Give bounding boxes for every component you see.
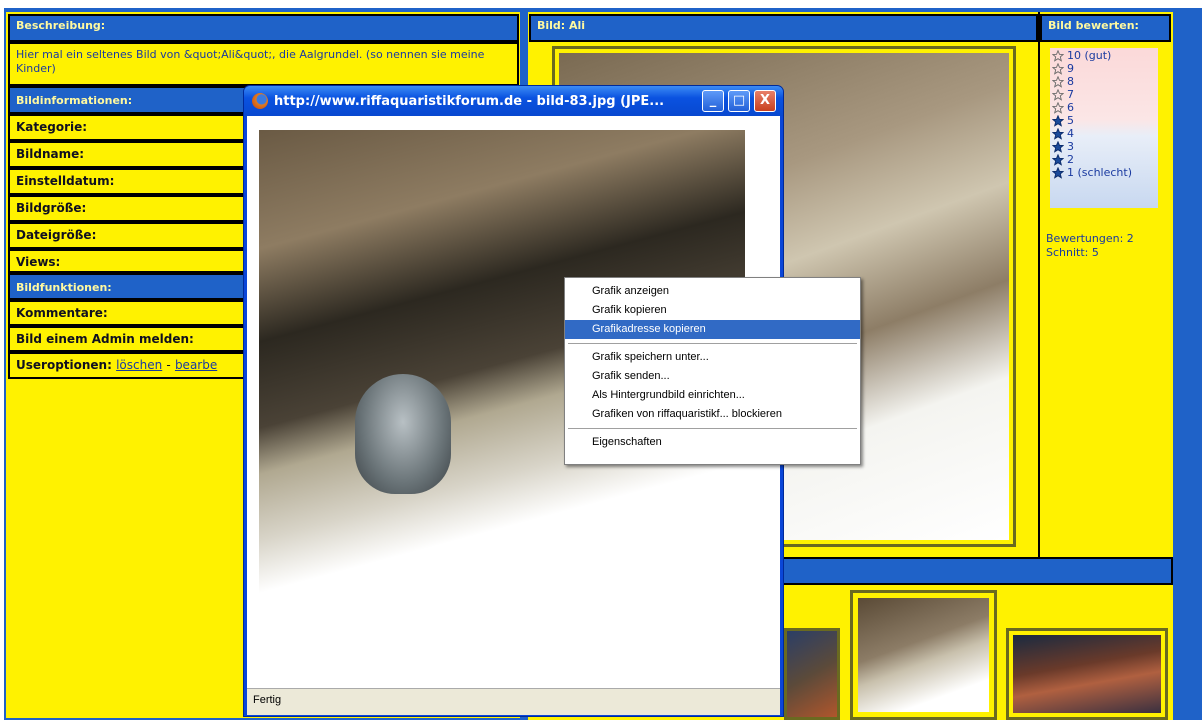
rating-label: 10 (gut) [1067, 49, 1112, 62]
minimize-icon: _ [709, 93, 717, 108]
bewertungen-count: Bewertungen: 2 [1046, 232, 1134, 245]
star-outline-icon [1052, 49, 1064, 62]
star-filled-icon [1052, 166, 1064, 179]
rating-item[interactable]: 6 [1052, 101, 1156, 114]
thumbnail-2-photo [858, 598, 989, 712]
rating-item[interactable]: 3 [1052, 140, 1156, 153]
rating-label: 1 (schlecht) [1067, 166, 1132, 179]
star-outline-icon [1052, 62, 1064, 75]
beschreibung-header: Beschreibung: [8, 14, 519, 42]
rating-item[interactable]: 4 [1052, 127, 1156, 140]
context-menu-item[interactable]: Als Hintergrundbild einrichten... [565, 386, 860, 405]
star-outline-icon [1052, 88, 1064, 101]
rating-item[interactable]: 9 [1052, 62, 1156, 75]
rating-item[interactable]: 2 [1052, 153, 1156, 166]
thumbnail-3[interactable] [1006, 628, 1168, 720]
star-filled-icon [1052, 140, 1064, 153]
close-button[interactable]: X [754, 90, 776, 112]
thumbnail-2[interactable] [850, 590, 997, 720]
rating-label: 3 [1067, 140, 1074, 153]
context-menu-item[interactable]: Grafik senden... [565, 367, 860, 386]
star-outline-icon [1052, 101, 1064, 114]
right-edge-blue [1173, 8, 1202, 720]
rating-item[interactable]: 10 (gut) [1052, 49, 1156, 62]
popup-title: http://www.riffaquaristikforum.de - bild… [274, 94, 665, 109]
rating-label: 5 [1067, 114, 1074, 127]
rating-label: 6 [1067, 101, 1074, 114]
rating-label: 7 [1067, 88, 1074, 101]
rating-label: 9 [1067, 62, 1074, 75]
context-menu-items: Grafik anzeigen Grafik kopieren Grafikadre… [565, 278, 860, 452]
close-icon: X [759, 93, 771, 108]
rating-list: 10 (gut) 9 8 7 6 5 4 3 2 1 (schlecht) [1050, 48, 1158, 208]
link-separator: - [166, 358, 171, 372]
context-menu-item[interactable]: Grafiken von riffaquaristikf... blockier… [565, 405, 860, 424]
firefox-icon [252, 93, 268, 109]
menu-separator [568, 343, 857, 344]
context-menu-item[interactable]: Grafik kopieren [565, 301, 860, 320]
star-filled-icon [1052, 153, 1064, 166]
context-menu-item[interactable]: Grafikadresse kopieren [565, 320, 860, 339]
thumbnail-3-photo [1013, 635, 1161, 713]
context-menu-item[interactable]: Grafik anzeigen [565, 282, 860, 301]
star-outline-icon [1052, 75, 1064, 88]
context-menu-item[interactable]: Eigenschaften [565, 433, 860, 452]
maximize-icon: □ [732, 93, 746, 108]
beschreibung-text: Hier mal ein seltenes Bild von &quot;Ali… [8, 42, 519, 86]
popup-statusbar: Fertig [247, 688, 780, 715]
maximize-button[interactable]: □ [728, 90, 750, 112]
minimize-button[interactable]: _ [702, 90, 724, 112]
rating-label: 2 [1067, 153, 1074, 166]
rating-item[interactable]: 5 [1052, 114, 1156, 127]
status-text: Fertig [253, 694, 282, 706]
bild-header: Bild: Ali [529, 14, 1038, 42]
schnitt-value: Schnitt: 5 [1046, 246, 1099, 259]
star-filled-icon [1052, 114, 1064, 127]
rating-item[interactable]: 7 [1052, 88, 1156, 101]
context-menu-item[interactable]: Grafik speichern unter... [565, 348, 860, 367]
context-menu: Grafik anzeigen Grafik kopieren Grafikadre… [564, 277, 861, 465]
rating-label: 8 [1067, 75, 1074, 88]
rating-item[interactable]: 8 [1052, 75, 1156, 88]
bearbeiten-link[interactable]: bearbe [175, 358, 217, 372]
useroptionen-label: Useroptionen: [16, 358, 112, 372]
menu-separator [568, 428, 857, 429]
rating-items: 10 (gut) 9 8 7 6 5 4 3 2 1 (schlecht) [1050, 48, 1158, 180]
rating-item[interactable]: 1 (schlecht) [1052, 166, 1156, 179]
loeschen-link[interactable]: löschen [116, 358, 162, 372]
thumbnail-1[interactable] [784, 628, 840, 720]
fish-head [355, 374, 451, 494]
rating-label: 4 [1067, 127, 1074, 140]
star-filled-icon [1052, 127, 1064, 140]
bewerten-header: Bild bewerten: [1040, 14, 1171, 42]
